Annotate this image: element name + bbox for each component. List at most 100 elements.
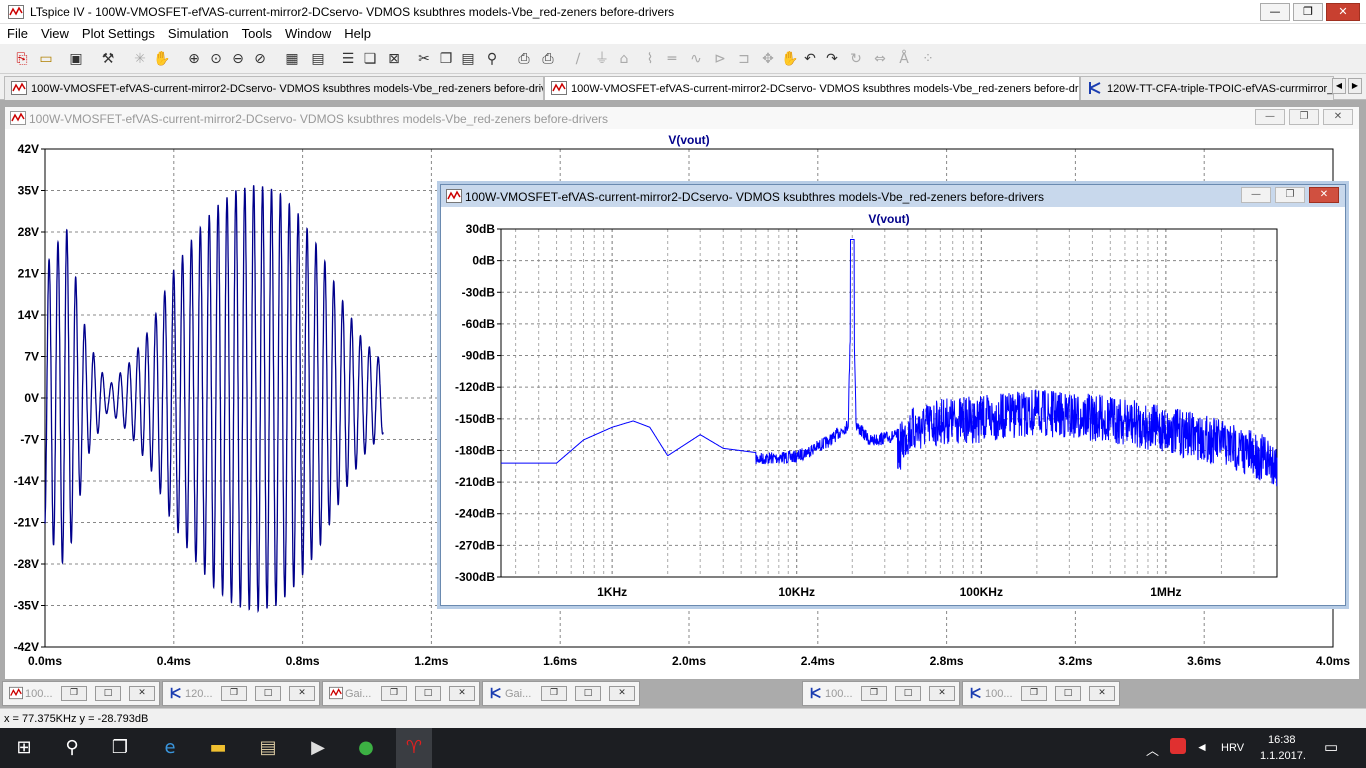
menu-plot-settings[interactable]: Plot Settings <box>75 24 161 44</box>
restore-icon[interactable]: ❐ <box>221 686 247 701</box>
maximize-icon[interactable]: □ <box>255 686 281 701</box>
paste-icon[interactable]: ▤ <box>458 49 478 69</box>
tab-waveform-1[interactable]: 100W-VMOSFET-efVAS-current-mirror2-DCser… <box>4 76 544 100</box>
notifications-icon[interactable]: ▭ <box>1324 738 1338 756</box>
zoom-in-icon[interactable]: ⊕ <box>184 49 204 69</box>
media-app-icon[interactable]: ▶ <box>306 736 330 760</box>
pan-icon[interactable]: ✋ <box>152 49 172 69</box>
windows-start-icon[interactable]: ⊞ <box>12 736 36 760</box>
minimized-window[interactable]: 100... ❐ □ ✕ <box>802 681 960 706</box>
capacitor-icon[interactable]: ═ <box>662 49 682 69</box>
maximize-icon[interactable]: □ <box>895 686 921 701</box>
redo-icon[interactable]: ↷ <box>822 49 842 69</box>
fft-plot[interactable]: V(vout) 1KHz 10KHz 100KHz 1MHz 30dB 0dB -30dB -6… <box>441 207 1345 605</box>
tab-waveform-2[interactable]: 100W-VMOSFET-efVAS-current-mirror2-DCser… <box>544 76 1080 100</box>
diode-icon[interactable]: ⊳ <box>710 49 730 69</box>
language-indicator[interactable]: HRV <box>1221 742 1244 754</box>
app-maximize-button[interactable]: ❐ <box>1293 3 1323 21</box>
cascade-icon[interactable]: ❏ <box>360 49 380 69</box>
menu-tools[interactable]: Tools <box>235 24 278 44</box>
close-icon[interactable]: ✕ <box>129 686 155 701</box>
tray-expand-icon[interactable]: ︿ <box>1146 740 1159 759</box>
file-explorer-icon[interactable]: ▬ <box>206 736 230 760</box>
restore-icon[interactable]: ❐ <box>1021 686 1047 701</box>
fft-close-button[interactable]: ✕ <box>1309 187 1339 203</box>
close-icon[interactable]: ✕ <box>929 686 955 701</box>
ground-icon[interactable]: ⏚ <box>592 49 612 69</box>
undo-icon[interactable]: ↶ <box>800 49 820 69</box>
zoom-fit-icon[interactable]: ⊙ <box>206 49 226 69</box>
app-close-button[interactable]: ✕ <box>1326 3 1360 21</box>
menu-view[interactable]: View <box>34 24 75 44</box>
waveform-window-titlebar[interactable]: 100W-VMOSFET-efVAS-current-mirror2-DCser… <box>5 107 1359 129</box>
fft-window-titlebar[interactable]: 100W-VMOSFET-efVAS-current-mirror2-DCser… <box>441 185 1345 207</box>
tab-scroll-left-icon[interactable]: ◀ <box>1332 78 1346 94</box>
close-icon[interactable]: ✕ <box>449 686 475 701</box>
fft-restore-button[interactable]: ❐ <box>1275 187 1305 203</box>
control-panel-icon[interactable]: ⚒ <box>98 49 118 69</box>
app-minimize-button[interactable]: — <box>1260 3 1290 21</box>
close-window-icon[interactable]: ⊠ <box>384 49 404 69</box>
waveform-minimize-button[interactable]: — <box>1255 109 1285 125</box>
zoom-cancel-icon[interactable]: ⊘ <box>250 49 270 69</box>
text-icon[interactable]: Å <box>894 49 914 69</box>
circuit-app-icon[interactable]: ● <box>354 736 378 760</box>
new-schematic-icon[interactable]: ⎘ <box>12 49 32 69</box>
tab-scroll-right-icon[interactable]: ▶ <box>1348 78 1362 94</box>
menu-help[interactable]: Help <box>337 24 377 44</box>
folder-app-icon[interactable]: ▤ <box>256 736 280 760</box>
tray-ltspice-icon[interactable] <box>1170 738 1186 754</box>
save-icon[interactable]: ▣ <box>66 49 86 69</box>
plot-grid-icon[interactable]: ▤ <box>308 49 328 69</box>
close-icon[interactable]: ✕ <box>609 686 635 701</box>
restore-icon[interactable]: ❐ <box>861 686 887 701</box>
drag-icon[interactable]: ✋ <box>780 49 800 69</box>
mirror-icon[interactable]: ⇔ <box>870 49 890 69</box>
fft-minimize-button[interactable]: — <box>1241 187 1271 203</box>
close-icon[interactable]: ✕ <box>1089 686 1115 701</box>
volume-icon[interactable]: ◄ <box>1196 740 1208 754</box>
close-icon[interactable]: ✕ <box>289 686 315 701</box>
waveform-restore-button[interactable]: ❐ <box>1289 109 1319 125</box>
menu-window[interactable]: Window <box>278 24 337 44</box>
minimized-window[interactable]: 120... ❐ □ ✕ <box>162 681 320 706</box>
minimized-window[interactable]: 100... ❐ □ ✕ <box>962 681 1120 706</box>
component-icon[interactable]: ⊐ <box>734 49 754 69</box>
menu-simulation[interactable]: Simulation <box>161 24 235 44</box>
clock-date[interactable]: 1.1.2017. <box>1260 750 1306 762</box>
restore-icon[interactable]: ❐ <box>61 686 87 701</box>
draw-wire-icon[interactable]: ∕ <box>568 49 588 69</box>
print-preview-icon[interactable]: ⎙ <box>514 49 534 69</box>
spice-directive-icon[interactable]: ⁘ <box>918 49 938 69</box>
search-icon[interactable]: ⚲ <box>60 736 84 760</box>
edge-browser-icon[interactable]: e <box>158 736 182 760</box>
tab-schematic[interactable]: 120W-TT-CFA-triple-TPOIC-efVAS-currmirro… <box>1080 76 1334 100</box>
maximize-icon[interactable]: □ <box>575 686 601 701</box>
find-icon[interactable]: ⚲ <box>482 49 502 69</box>
maximize-icon[interactable]: □ <box>1055 686 1081 701</box>
minimized-window[interactable]: Gai... ❐ □ ✕ <box>322 681 480 706</box>
waveform-close-button[interactable]: ✕ <box>1323 109 1353 125</box>
label-net-icon[interactable]: ⌂ <box>614 49 634 69</box>
tile-horizontal-icon[interactable]: ☰ <box>338 49 358 69</box>
task-view-icon[interactable]: ❐ <box>108 736 132 760</box>
move-icon[interactable]: ✥ <box>758 49 778 69</box>
copy-icon[interactable]: ❐ <box>436 49 456 69</box>
minimized-window[interactable]: Gai... ❐ □ ✕ <box>482 681 640 706</box>
ltspice-taskbar-icon[interactable]: ♈ <box>396 728 432 768</box>
minimized-window[interactable]: 100... ❐ □ ✕ <box>2 681 160 706</box>
restore-icon[interactable]: ❐ <box>541 686 567 701</box>
inductor-icon[interactable]: ∿ <box>686 49 706 69</box>
open-folder-icon[interactable]: ▭ <box>36 49 56 69</box>
rotate-icon[interactable]: ↻ <box>846 49 866 69</box>
run-icon[interactable]: ✳ <box>130 49 150 69</box>
clock-time[interactable]: 16:38 <box>1268 734 1296 746</box>
print-icon[interactable]: ⎙ <box>538 49 558 69</box>
maximize-icon[interactable]: □ <box>415 686 441 701</box>
maximize-icon[interactable]: □ <box>95 686 121 701</box>
fft-window[interactable]: 100W-VMOSFET-efVAS-current-mirror2-DCser… <box>440 184 1346 606</box>
menu-file[interactable]: File <box>0 24 34 44</box>
resistor-icon[interactable]: ⌇ <box>640 49 660 69</box>
cut-icon[interactable]: ✂ <box>414 49 434 69</box>
restore-icon[interactable]: ❐ <box>381 686 407 701</box>
